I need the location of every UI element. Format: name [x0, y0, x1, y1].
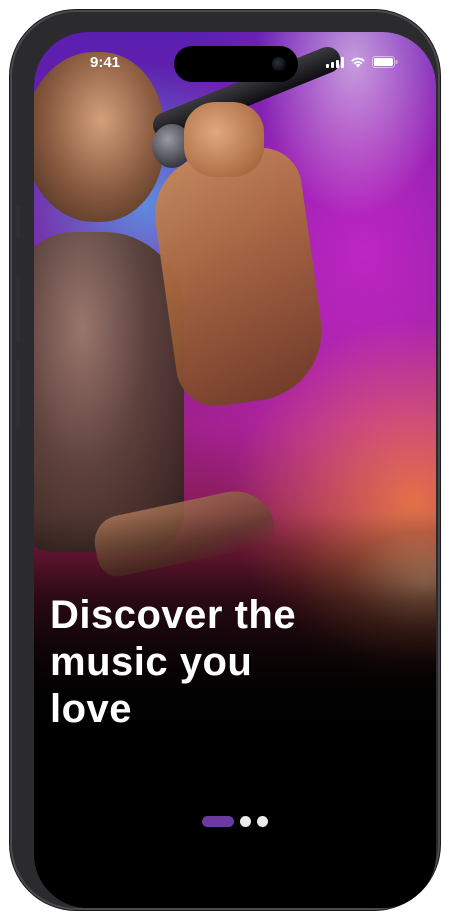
- dynamic-island: [174, 46, 298, 82]
- page-dot[interactable]: [240, 816, 251, 827]
- status-icons: [326, 56, 398, 68]
- status-time: 9:41: [90, 54, 121, 71]
- headline-line-2: music you: [50, 639, 253, 684]
- bottom-fade-overlay: [34, 32, 436, 908]
- signal-icon: [326, 57, 344, 68]
- page-indicator: [34, 816, 436, 827]
- page-dot[interactable]: [257, 816, 268, 827]
- wifi-icon: [350, 56, 366, 68]
- battery-icon: [372, 56, 398, 68]
- volume-down-button: [16, 360, 20, 428]
- onboarding-headline: Discover the music you love: [50, 592, 390, 732]
- headline-line-3: love: [50, 686, 133, 731]
- phone-frame: 9:41 Discover the music you love: [10, 10, 440, 910]
- volume-up-button: [16, 275, 20, 343]
- status-bar: 9:41: [34, 32, 436, 88]
- headline-line-1: Discover the: [50, 593, 297, 637]
- silent-switch: [16, 205, 20, 239]
- screen: 9:41 Discover the music you love: [34, 32, 436, 908]
- page-dot-active[interactable]: [202, 816, 234, 827]
- front-camera-icon: [272, 57, 286, 71]
